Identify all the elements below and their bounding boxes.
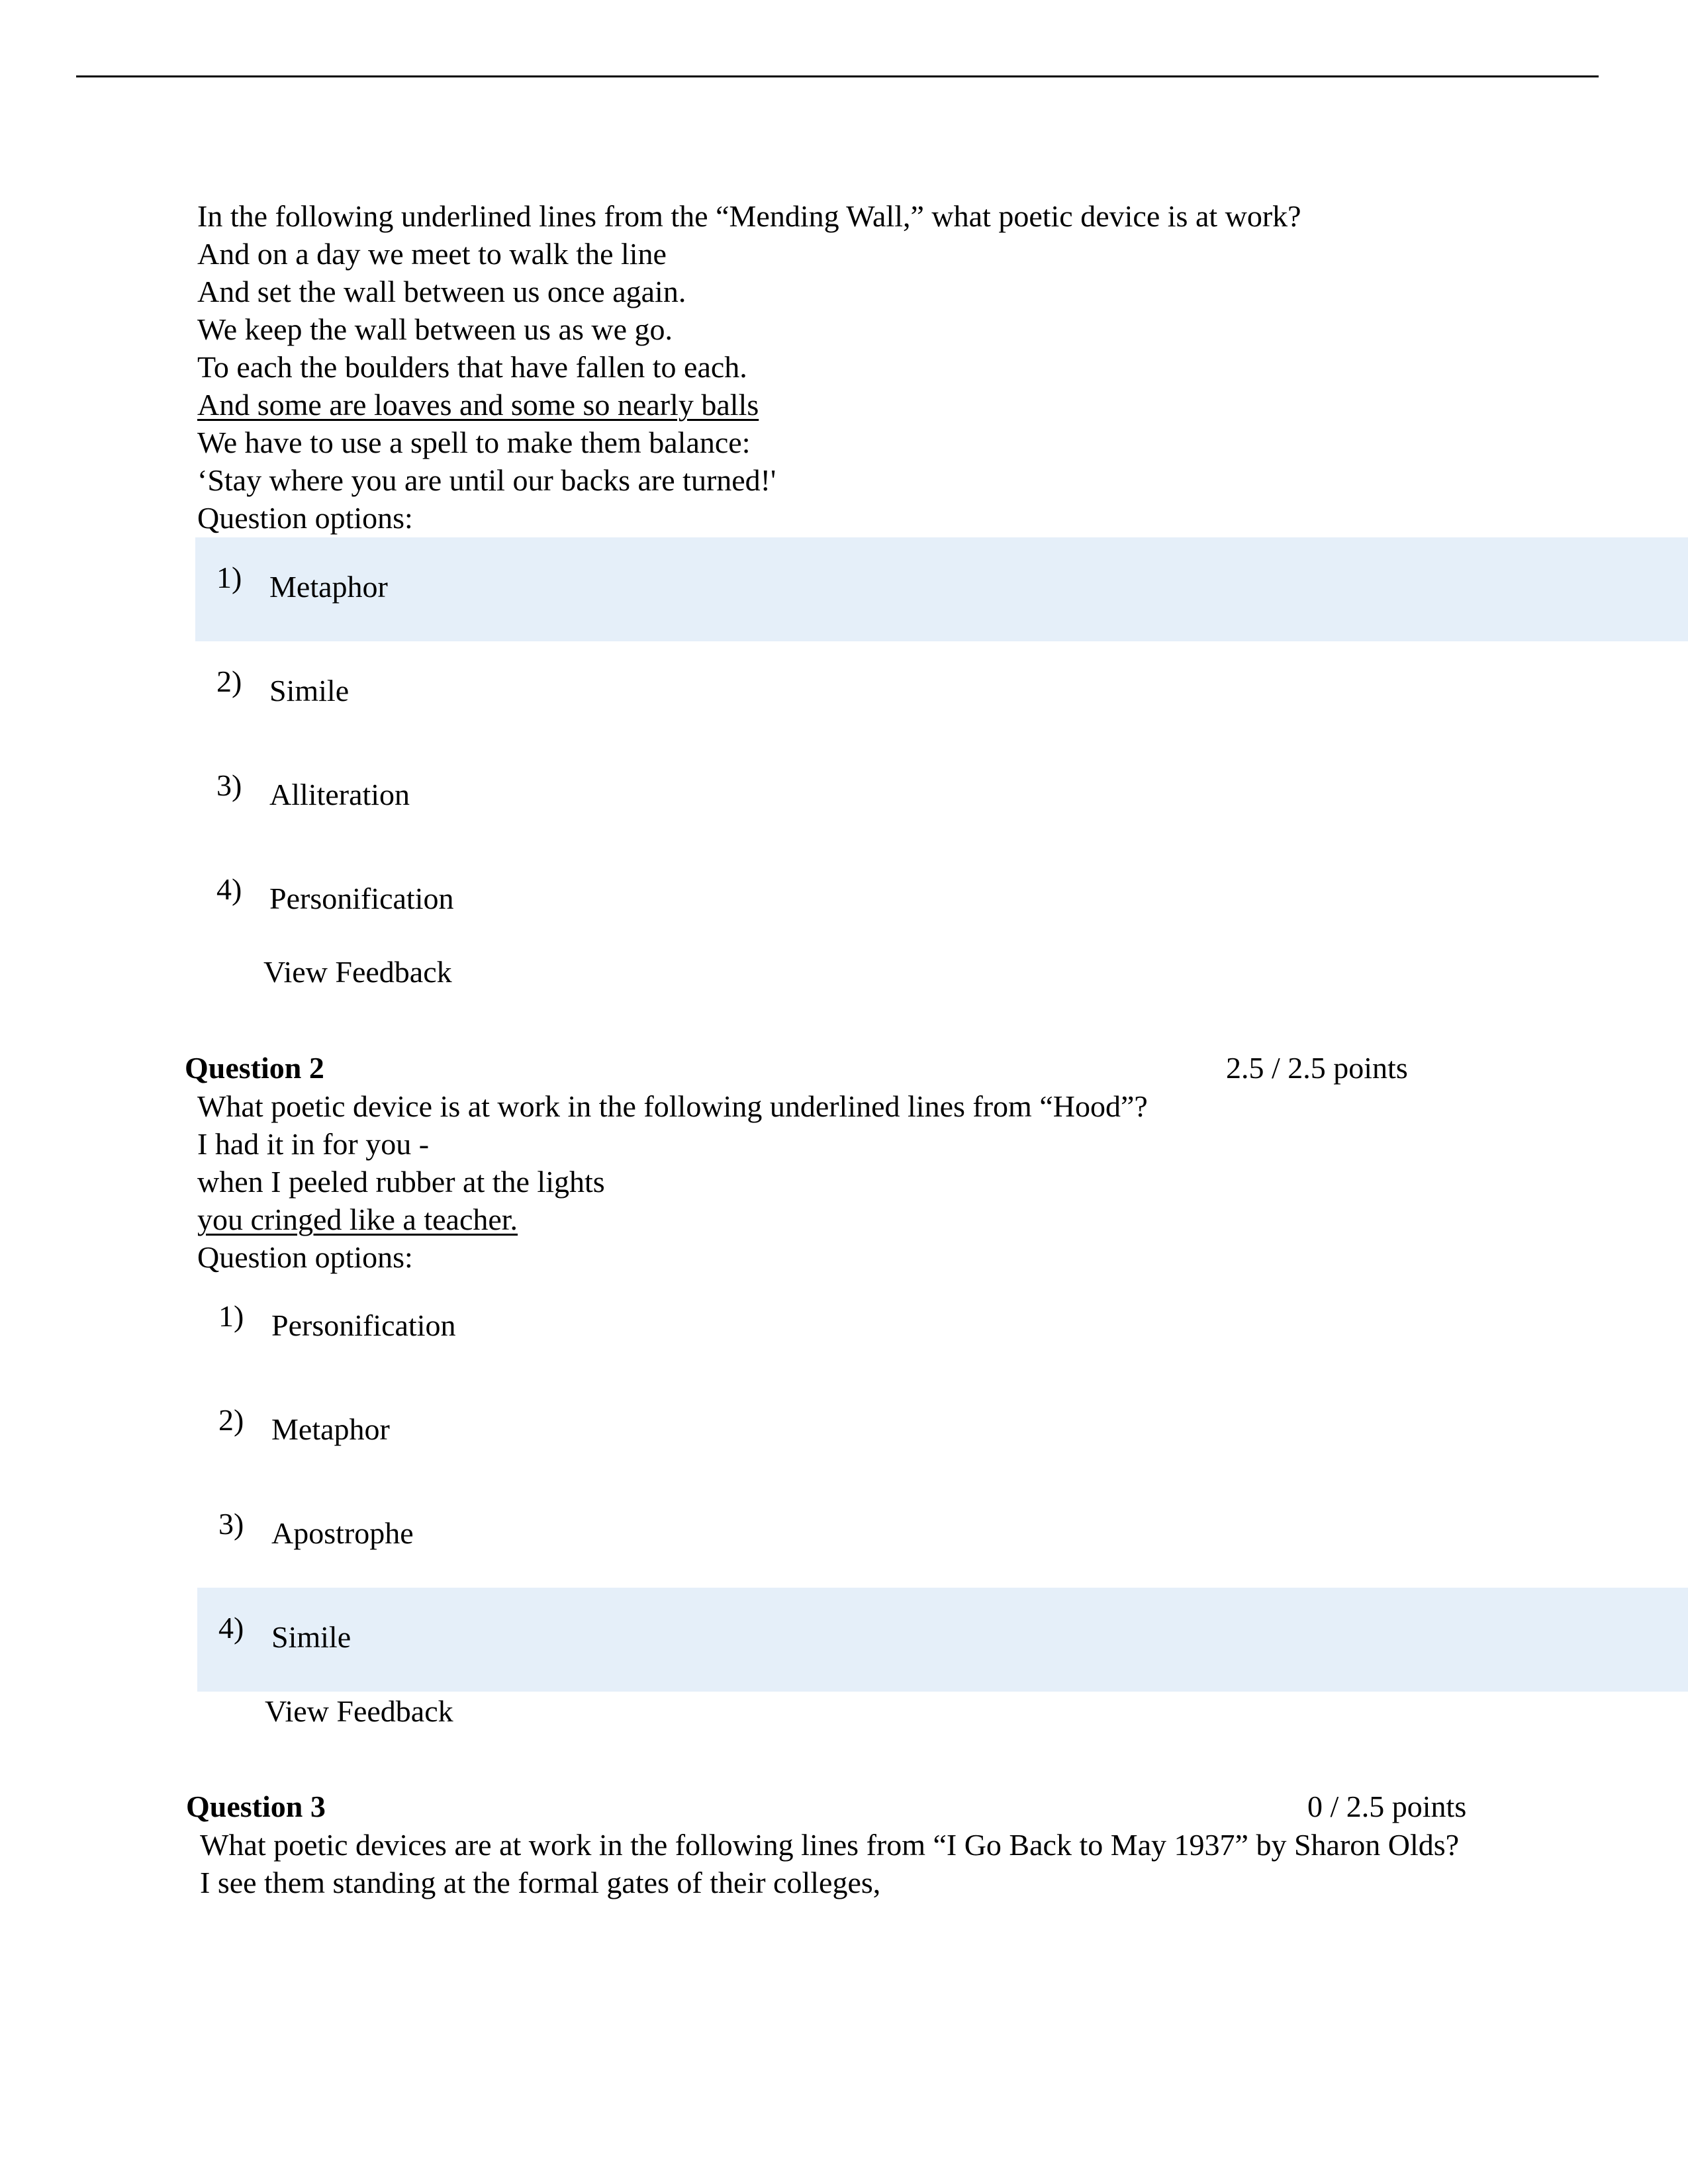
view-feedback-link-2[interactable]: View Feedback [265,1694,453,1729]
question-options-label: Question options: [197,501,413,535]
option-number: 1) [218,1299,244,1333]
option-number: 4) [218,1611,244,1645]
option-number: 1) [216,561,242,594]
question-2-option-4[interactable]: 4) Simile [197,1588,1688,1692]
question-2-option-3[interactable]: 3) Apostrophe [197,1484,1688,1588]
option-label: Metaphor [271,1412,390,1446]
question-2-option-1[interactable]: 1) Personification [197,1276,1688,1380]
option-label: Personification [271,1308,456,1342]
question-options-label: Question options: [197,1240,413,1274]
question-3-header: Question 3 [186,1790,326,1823]
poem-line: And on a day we meet to walk the line [197,237,667,271]
question-3-body: What poetic devices are at work in the f… [200,1826,1459,1901]
question-1-option-2[interactable]: 2) Simile [195,641,1688,745]
poem-line: To each the boulders that have fallen to… [197,350,747,384]
option-label: Simile [271,1620,352,1654]
question-2-header: Question 2 [185,1051,324,1085]
option-number: 3) [218,1507,244,1541]
view-feedback-link-1[interactable]: View Feedback [263,954,452,989]
poem-line: I had it in for you - [197,1127,430,1161]
question-1-option-4[interactable]: 4) Personification [195,849,1688,953]
poem-line-underlined: you cringed like a teacher. [197,1201,1148,1238]
poem-line: We keep the wall between us as we go. [197,312,673,346]
question-3-prompt: What poetic devices are at work in the f… [200,1828,1460,1862]
option-number: 4) [216,872,242,906]
option-label: Alliteration [269,778,410,811]
question-2-prompt: What poetic device is at work in the fol… [197,1089,1148,1123]
poem-line-underlined: And some are loaves and some so nearly b… [197,386,1301,424]
option-number: 2) [216,664,242,698]
option-label: Metaphor [269,570,388,604]
question-1-body: In the following underlined lines from t… [197,197,1301,537]
option-number: 3) [216,768,242,802]
poem-line: when I peeled rubber at the lights [197,1165,605,1199]
option-number: 2) [218,1403,244,1437]
option-label: Personification [269,882,454,915]
option-label: Simile [269,674,350,707]
question-2-option-2[interactable]: 2) Metaphor [197,1380,1688,1484]
poem-line: I see them standing at the formal gates … [200,1866,881,1899]
underlined-text: you cringed like a teacher. [197,1203,518,1236]
underlined-text: And some are loaves and some so nearly b… [197,388,759,422]
option-label: Apostrophe [271,1516,414,1550]
question-3-points: 0 / 2.5 points [1307,1790,1467,1823]
question-1-prompt: In the following underlined lines from t… [197,199,1301,233]
poem-line: We have to use a spell to make them bala… [197,426,751,459]
question-2-body: What poetic device is at work in the fol… [197,1087,1148,1276]
question-1-option-3[interactable]: 3) Alliteration [195,745,1688,849]
top-divider [76,75,1599,77]
question-2-points: 2.5 / 2.5 points [1226,1051,1408,1085]
question-1-option-1[interactable]: 1) Metaphor [195,537,1688,641]
poem-line: And set the wall between us once again. [197,275,686,308]
poem-line: ‘Stay where you are until our backs are … [197,463,776,497]
